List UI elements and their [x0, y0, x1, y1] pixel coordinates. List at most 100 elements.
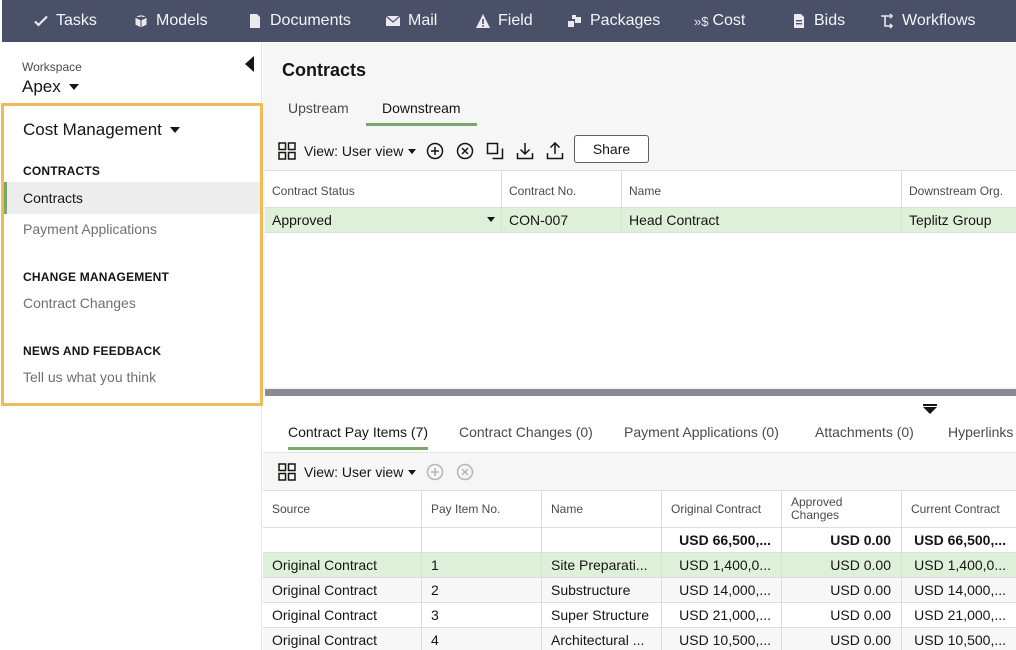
- nav-cost-label: Cost: [712, 12, 746, 29]
- copy-button[interactable]: [486, 142, 504, 160]
- column-header[interactable]: Current Contract: [902, 491, 1016, 528]
- panel-splitter[interactable]: [265, 389, 1016, 396]
- nav-packages[interactable]: Packages: [566, 0, 660, 42]
- section-heading-news-feedback: NEWS AND FEEDBACK: [23, 344, 162, 358]
- nav-bids[interactable]: Bids: [790, 0, 845, 42]
- column-header[interactable]: Original Contract: [662, 491, 782, 528]
- column-header[interactable]: Name: [542, 491, 662, 528]
- table-row-approved[interactable]: USD 0.00: [782, 553, 902, 578]
- sidebar-item-contract-changes[interactable]: Contract Changes: [23, 295, 136, 311]
- column-header[interactable]: Pay Item No.: [422, 491, 542, 528]
- table-row-current[interactable]: USD 21,000,...: [902, 603, 1016, 628]
- delete-button-disabled[interactable]: [456, 463, 474, 481]
- tab-upstream[interactable]: Upstream: [288, 94, 349, 126]
- chevron-down-icon: [68, 84, 79, 90]
- table-row-original[interactable]: USD 1,400,0...: [662, 553, 782, 578]
- nav-bids-label: Bids: [814, 12, 846, 29]
- nav-cost[interactable]: »$ Cost: [694, 0, 745, 42]
- grid-view-icon: [278, 463, 296, 481]
- view-selector[interactable]: View: User view: [278, 463, 417, 481]
- table-row-no[interactable]: 1: [422, 553, 542, 578]
- tab-downstream[interactable]: Downstream: [366, 94, 477, 126]
- download-icon: [516, 142, 534, 160]
- total-original: USD 66,500,...: [662, 528, 782, 553]
- table-row-current[interactable]: USD 1,400,0...: [902, 553, 1016, 578]
- table-row-current[interactable]: USD 10,500,...: [902, 628, 1016, 650]
- share-button[interactable]: Share: [574, 135, 649, 163]
- table-row-original[interactable]: USD 10,500,...: [662, 628, 782, 650]
- column-header[interactable]: Downstream Org.: [902, 171, 1016, 208]
- table-row-approved[interactable]: USD 0.00: [782, 578, 902, 603]
- column-header[interactable]: Source: [263, 491, 422, 528]
- sidebar-item-contracts[interactable]: Contracts: [4, 182, 260, 214]
- upload-button[interactable]: [546, 142, 564, 160]
- contract-no-cell[interactable]: CON-007: [502, 208, 622, 233]
- cube-icon: [132, 12, 150, 30]
- table-row-name[interactable]: Substructure: [542, 578, 662, 603]
- table-row-no[interactable]: 2: [422, 578, 542, 603]
- table-row-name[interactable]: Architectural ...: [542, 628, 662, 650]
- nav-tasks[interactable]: Tasks: [32, 0, 97, 42]
- add-button[interactable]: [426, 142, 444, 160]
- column-header[interactable]: Contract Status: [265, 171, 502, 208]
- nav-field[interactable]: Field: [474, 0, 533, 42]
- table-row-approved[interactable]: USD 0.00: [782, 628, 902, 650]
- tab-contract-pay-items[interactable]: Contract Pay Items (7): [288, 414, 429, 450]
- tab-hyperlinks[interactable]: Hyperlinks: [948, 414, 1013, 450]
- tab-attachments[interactable]: Attachments (0): [815, 414, 914, 450]
- table-row-name[interactable]: Super Structure: [542, 603, 662, 628]
- table-row-current[interactable]: USD 14,000,...: [902, 578, 1016, 603]
- totals-cell: [542, 528, 662, 553]
- status-cell[interactable]: Approved: [265, 208, 502, 233]
- nav-workflows[interactable]: Workflows: [878, 0, 976, 42]
- org-cell[interactable]: Teplitz Group: [902, 208, 1016, 233]
- column-header[interactable]: Name: [622, 171, 902, 208]
- table-row-original[interactable]: USD 21,000,...: [662, 603, 782, 628]
- nav-packages-label: Packages: [590, 12, 661, 29]
- cost-management-nav: Cost Management CONTRACTS Contracts Paym…: [1, 103, 263, 406]
- tab-contract-changes[interactable]: Contract Changes (0): [459, 414, 593, 450]
- sidebar-item-feedback[interactable]: Tell us what you think: [23, 369, 156, 385]
- nav-documents[interactable]: Documents: [246, 0, 351, 42]
- module-selector[interactable]: Cost Management: [23, 120, 180, 140]
- workspace-label: Workspace: [22, 60, 82, 74]
- main-content: Contracts Upstream Downstream View: User…: [263, 42, 1016, 650]
- tab-payment-applications[interactable]: Payment Applications (0): [624, 414, 779, 450]
- nav-tasks-label: Tasks: [56, 12, 97, 29]
- table-row-approved[interactable]: USD 0.00: [782, 603, 902, 628]
- total-approved: USD 0.00: [782, 528, 902, 553]
- total-current: USD 66,500,...: [902, 528, 1016, 553]
- table-row-source[interactable]: Original Contract: [263, 628, 422, 650]
- collapse-panel-icon[interactable]: [245, 56, 254, 72]
- chevron-down-icon: [408, 148, 417, 154]
- workspace-selector[interactable]: Apex: [22, 77, 79, 97]
- table-row-no[interactable]: 3: [422, 603, 542, 628]
- name-cell[interactable]: Head Contract: [622, 208, 902, 233]
- view-selector[interactable]: View: User view: [278, 142, 417, 160]
- table-row-source[interactable]: Original Contract: [263, 578, 422, 603]
- remove-circle-icon: [456, 142, 474, 160]
- nav-models[interactable]: Models: [132, 0, 208, 42]
- contracts-grid: Contract Status Contract No. Name Downst…: [265, 170, 1016, 387]
- document-icon: [246, 12, 264, 30]
- column-header[interactable]: Approved Changes: [782, 491, 902, 528]
- table-row-no[interactable]: 4: [422, 628, 542, 650]
- table-row-original[interactable]: USD 14,000,...: [662, 578, 782, 603]
- chevron-down-icon: [169, 127, 180, 133]
- table-row-name[interactable]: Site Preparati...: [542, 553, 662, 578]
- download-button[interactable]: [516, 142, 534, 160]
- top-navigation-bar: Tasks Models Documents Mail Field Packag…: [2, 0, 1016, 42]
- cost-icon: »$: [694, 13, 709, 29]
- delete-button[interactable]: [456, 142, 474, 160]
- add-button-disabled[interactable]: [426, 463, 444, 481]
- add-circle-icon: [426, 142, 444, 160]
- sidebar-item-payment-applications[interactable]: Payment Applications: [23, 221, 157, 237]
- column-header[interactable]: Contract No.: [502, 171, 622, 208]
- contracts-toolbar: View: User view Share: [263, 132, 1016, 170]
- table-row-source[interactable]: Original Contract: [263, 553, 422, 578]
- copy-icon: [486, 142, 504, 160]
- chevron-down-icon[interactable]: [487, 217, 495, 222]
- left-panel: Workspace Apex Cost Management CONTRACTS…: [0, 42, 263, 650]
- table-row-source[interactable]: Original Contract: [263, 603, 422, 628]
- nav-mail[interactable]: Mail: [384, 0, 437, 42]
